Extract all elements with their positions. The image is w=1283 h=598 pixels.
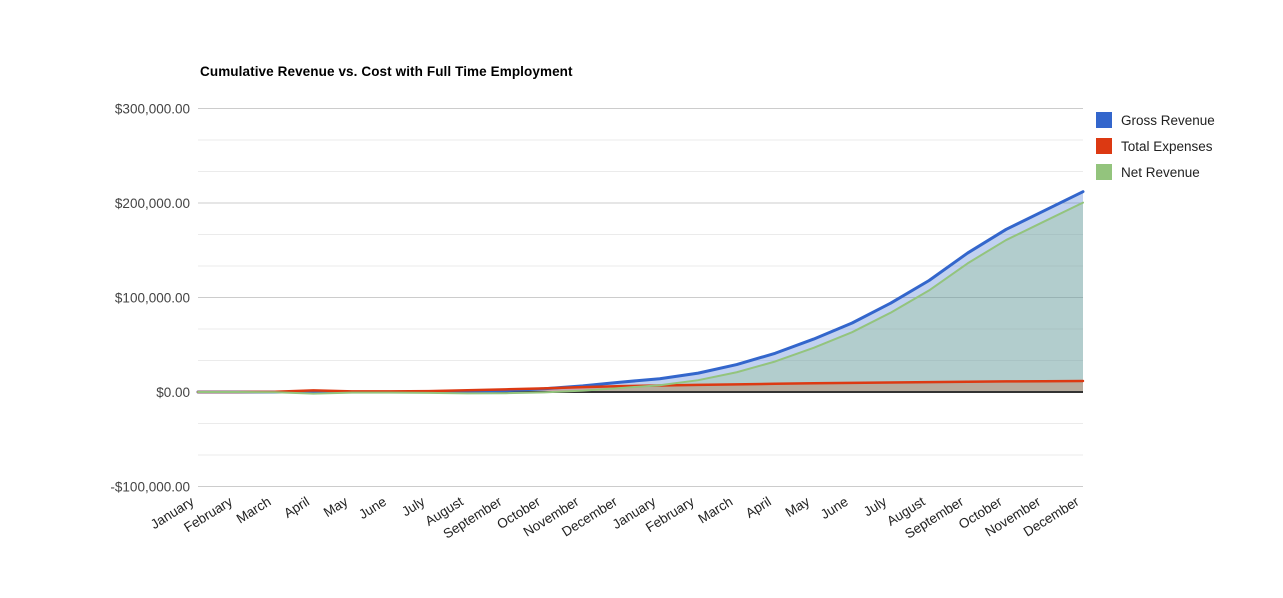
series-area-net-revenue xyxy=(198,202,1083,394)
y-axis-label: $100,000.00 xyxy=(115,291,190,306)
legend-label-gross-revenue: Gross Revenue xyxy=(1121,112,1215,128)
legend: Gross Revenue Total Expenses Net Revenue xyxy=(1096,107,1215,185)
legend-item-gross-revenue: Gross Revenue xyxy=(1096,107,1215,133)
chart-title: Cumulative Revenue vs. Cost with Full Ti… xyxy=(200,64,573,79)
x-axis-label: May xyxy=(783,494,813,520)
x-axis-label: June xyxy=(356,494,389,522)
legend-swatch-net-revenue xyxy=(1096,164,1112,180)
y-axis-label: -$100,000.00 xyxy=(110,480,190,495)
legend-label-total-expenses: Total Expenses xyxy=(1121,138,1213,154)
x-axis-label: March xyxy=(234,494,274,527)
x-axis-label: March xyxy=(696,494,736,527)
chart-canvas: $300,000.00 $200,000.00 $100,000.00 $0.00 -$… xyxy=(110,102,1085,542)
y-axis-label: $0.00 xyxy=(156,385,190,400)
legend-swatch-total-expenses xyxy=(1096,138,1112,154)
y-axis-label: $200,000.00 xyxy=(115,196,190,211)
legend-item-total-expenses: Total Expenses xyxy=(1096,133,1215,159)
legend-item-net-revenue: Net Revenue xyxy=(1096,159,1215,185)
legend-swatch-gross-revenue xyxy=(1096,112,1112,128)
y-axis-label: $300,000.00 xyxy=(115,102,190,117)
x-axis-label: April xyxy=(743,494,774,521)
x-axis-label: June xyxy=(818,494,851,522)
x-axis-label: April xyxy=(281,494,312,521)
x-axis-label: May xyxy=(321,494,351,520)
legend-label-net-revenue: Net Revenue xyxy=(1121,164,1200,180)
chart-figure: $300,000.00 $200,000.00 $100,000.00 $0.00 -$… xyxy=(0,0,1283,598)
